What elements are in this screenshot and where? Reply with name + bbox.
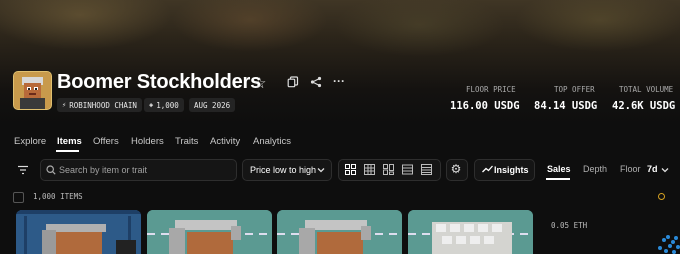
mosaic-icon[interactable] — [383, 164, 394, 175]
period-dropdown[interactable]: 7d — [647, 164, 658, 174]
more-options-icon[interactable]: ··· — [331, 73, 347, 89]
tab-explore[interactable]: Explore — [14, 136, 46, 147]
nft-thumbnail-4 — [408, 210, 533, 254]
chart-price-label: 0.05 ETH — [551, 221, 588, 230]
share-icon[interactable] — [308, 74, 324, 90]
insights-label: Insights — [494, 165, 529, 175]
tab-sales[interactable]: Sales — [547, 164, 571, 174]
list-view-icon[interactable] — [402, 164, 413, 175]
floor-price-label: FLOOR PRICE — [466, 85, 516, 94]
item-card-3[interactable] — [277, 210, 402, 254]
date-chip: AUG 2026 — [189, 98, 236, 112]
item-card-1[interactable] — [16, 210, 141, 254]
nft-thumbnail-1 — [16, 210, 141, 254]
gear-icon: ⚙ — [450, 162, 462, 176]
tab-floor[interactable]: Floor — [620, 164, 641, 174]
live-indicator — [658, 193, 665, 200]
sort-label: Price low to high — [250, 165, 317, 175]
sales-scatter-points — [658, 235, 680, 254]
chain-chip: ⚡ ROBINHOOD CHAIN — [57, 98, 142, 112]
tab-activity[interactable]: Activity — [210, 136, 240, 147]
collection-title: Boomer Stockholders — [57, 71, 262, 93]
chevron-down-icon — [313, 162, 329, 178]
period-chevron-icon — [657, 162, 673, 178]
active-tab-indicator — [56, 150, 79, 152]
top-offer-value: 84.14 USDG — [534, 100, 598, 112]
supply-chip: ◈ 1,000 — [144, 98, 184, 112]
collection-avatar — [13, 71, 52, 110]
favorite-star-icon[interactable]: ☆ — [253, 74, 266, 92]
search-icon — [43, 162, 59, 178]
tab-offers[interactable]: Offers — [93, 136, 119, 147]
supply-label: 1,000 — [156, 100, 179, 110]
tab-analytics[interactable]: Analytics — [253, 136, 291, 147]
layers-icon: ◈ — [149, 101, 154, 109]
tab-items[interactable]: Items — [57, 136, 82, 147]
boomer-avatar-icon — [14, 72, 51, 109]
total-volume-value: 42.6K USDG — [612, 100, 676, 112]
item-card-4[interactable] — [408, 210, 533, 254]
filter-icon[interactable] — [15, 162, 31, 178]
tab-depth[interactable]: Depth — [583, 164, 607, 174]
copy-icon[interactable] — [285, 74, 301, 90]
chain-label: ROBINHOOD CHAIN — [69, 100, 137, 110]
table-view-icon[interactable] — [421, 164, 432, 175]
date-label: AUG 2026 — [194, 100, 231, 110]
grid-large-icon[interactable] — [345, 164, 356, 175]
total-volume-label: TOTAL VOLUME — [619, 85, 674, 94]
nft-thumbnail-3 — [277, 210, 402, 254]
item-card-2[interactable] — [147, 210, 272, 254]
tab-holders[interactable]: Holders — [131, 136, 164, 147]
items-count: 1,000 ITEMS — [33, 192, 83, 201]
floor-price-value: 116.00 USDG — [450, 100, 520, 112]
search-placeholder: Search by item or trait — [59, 165, 148, 175]
select-all-checkbox[interactable] — [13, 192, 24, 203]
grid-small-icon[interactable] — [364, 164, 375, 175]
lightning-icon: ⚡ — [62, 101, 67, 109]
tab-traits[interactable]: Traits — [175, 136, 198, 147]
trend-icon — [479, 161, 495, 177]
sales-tab-indicator — [546, 178, 570, 180]
nft-thumbnail-2 — [147, 210, 272, 254]
top-offer-label: TOP OFFER — [554, 85, 595, 94]
